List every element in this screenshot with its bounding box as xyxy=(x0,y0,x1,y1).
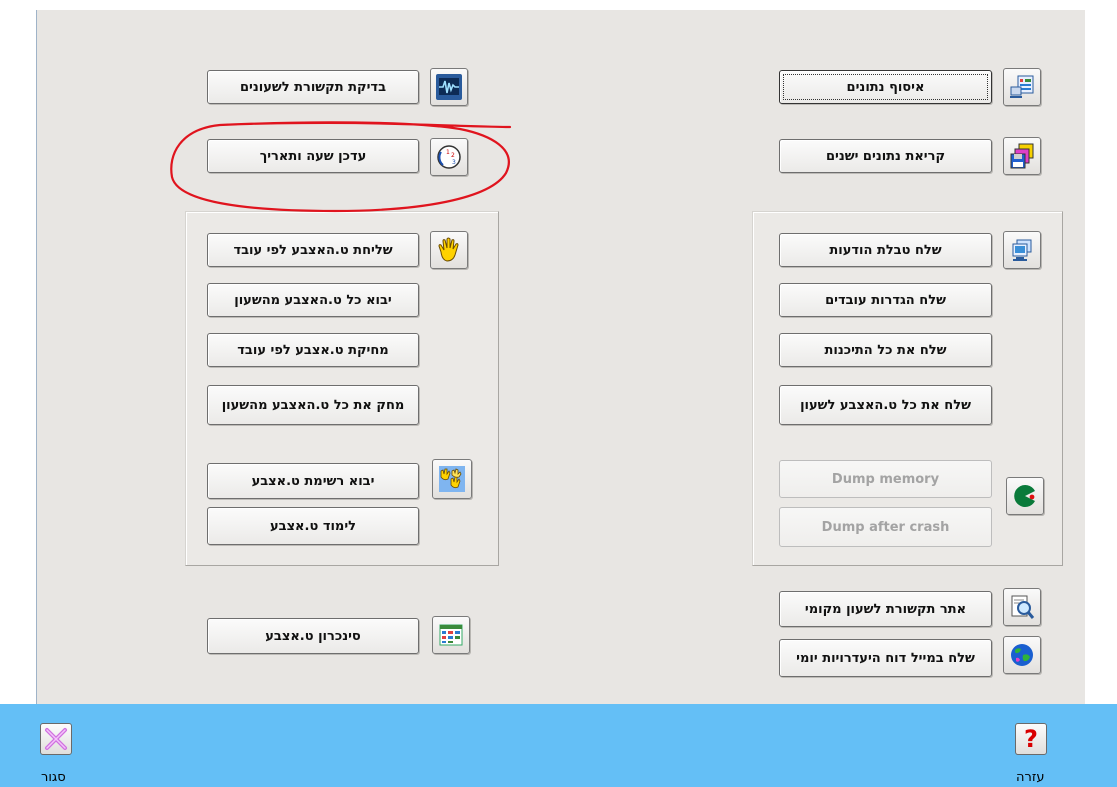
collect-data-button[interactable]: איסוף נתונים xyxy=(779,70,992,104)
floppy-disks-icon[interactable] xyxy=(1003,137,1041,175)
check-connection-button[interactable]: בדיקת תקשורת לשעונים xyxy=(207,70,419,104)
globe-icon[interactable] xyxy=(1003,636,1041,674)
help-label[interactable]: עזרה xyxy=(1016,770,1044,785)
top-text-fragment: ו xyxy=(768,0,772,4)
send-all-fingerprints-button[interactable]: שלח את כל ט.האצבע לשעון xyxy=(779,385,992,425)
send-employee-settings-button[interactable]: שלח הגדרות עובדים xyxy=(779,283,992,317)
close-label[interactable]: סגור xyxy=(41,770,66,785)
learn-fingerprint-button[interactable]: לימוד ט.אצבע xyxy=(207,507,419,545)
pacman-icon[interactable] xyxy=(1006,477,1044,515)
close-icon[interactable] xyxy=(40,723,72,755)
svg-text:3: 3 xyxy=(452,159,456,166)
bottom-toolbar xyxy=(0,704,1117,787)
dump-memory-button[interactable]: Dump memory xyxy=(779,460,992,498)
update-time-date-button[interactable]: עדכן שעה ותאריך xyxy=(207,139,419,173)
import-all-fingerprints-button[interactable]: יבוא כל ט.האצבע מהשעון xyxy=(207,283,419,317)
monitor-icon[interactable] xyxy=(1003,231,1041,269)
top-cropped-text: ו ו xyxy=(0,0,1117,10)
sync-fingerprint-button[interactable]: סינכרון ט.אצבע xyxy=(207,618,419,654)
computer-data-icon[interactable] xyxy=(1003,68,1041,106)
import-fingerprint-list-button[interactable]: יבוא רשימת ט.אצבע xyxy=(207,463,419,499)
multiple-hands-icon[interactable] xyxy=(432,459,472,499)
top-text-fragment: ו xyxy=(620,0,624,4)
search-document-icon[interactable] xyxy=(1003,588,1041,626)
email-absence-report-button[interactable]: שלח במייל דוח היעדרויות יומי xyxy=(779,639,992,677)
hand-icon[interactable] xyxy=(430,231,468,269)
locate-local-clock-button[interactable]: אתר תקשורת לשעון מקומי xyxy=(779,591,992,627)
dump-after-crash-button[interactable]: Dump after crash xyxy=(779,507,992,547)
delete-all-fingerprints-button[interactable]: מחק את כל ט.האצבע מהשעון xyxy=(207,385,419,425)
clock-icon[interactable]: 123 xyxy=(430,138,468,176)
send-fingerprint-by-employee-button[interactable]: שליחת ט.האצבע לפי עובד xyxy=(207,233,419,267)
delete-fingerprint-by-employee-button[interactable]: מחיקת ט.אצבע לפי עובד xyxy=(207,333,419,367)
window-edge xyxy=(1085,0,1117,704)
help-question-mark: ? xyxy=(1024,725,1038,753)
read-old-data-button[interactable]: קריאת נתונים ישנים xyxy=(779,139,992,173)
send-messages-table-button[interactable]: שלח טבלת הודעות xyxy=(779,233,992,267)
send-all-plans-button[interactable]: שלח את כל התיכנות xyxy=(779,333,992,367)
svg-text:2: 2 xyxy=(451,152,455,159)
help-icon[interactable]: ? xyxy=(1015,723,1047,755)
svg-text:1: 1 xyxy=(446,149,450,156)
table-grid-icon[interactable] xyxy=(432,616,470,654)
waveform-monitor-icon[interactable] xyxy=(430,68,468,106)
